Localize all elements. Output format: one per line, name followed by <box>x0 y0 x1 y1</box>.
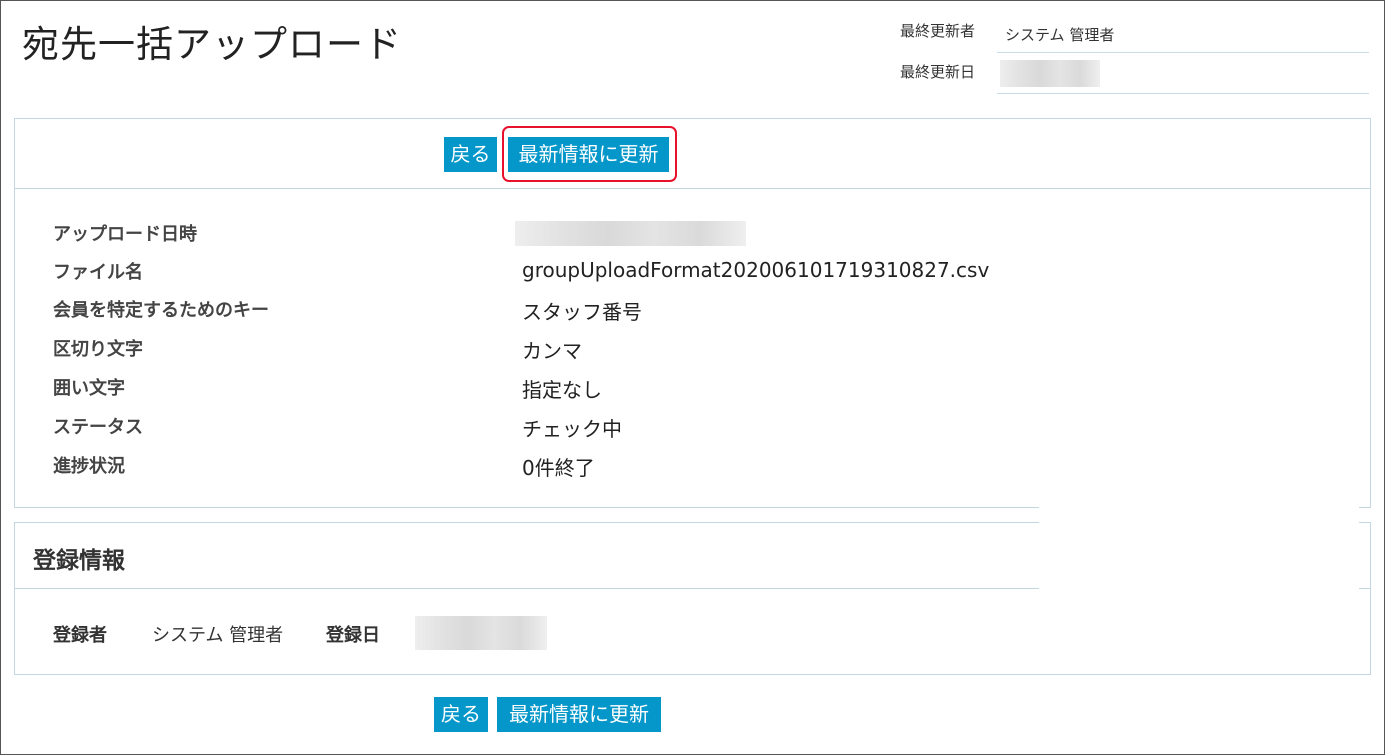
detail-row-status: ステータス チェック中 <box>53 413 1353 443</box>
last-updated-by-row: 最終更新者 システム 管理者 <box>900 20 1369 54</box>
panel-edge-occlusion <box>1039 506 1359 590</box>
detail-label: 囲い文字 <box>53 378 125 399</box>
detail-label: ファイル名 <box>53 262 143 283</box>
detail-value: チェック中 <box>522 417 622 441</box>
last-updated-by-label: 最終更新者 <box>900 22 976 40</box>
refresh-button-highlight <box>502 126 677 182</box>
detail-row-file-name: ファイル名 groupUploadFormat20200610171931082… <box>53 258 1353 288</box>
detail-label: アップロード日時 <box>53 224 197 245</box>
page-title: 宛先一括アップロード <box>22 23 402 66</box>
detail-value: カンマ <box>522 339 582 363</box>
last-updated-date-row: 最終更新日 <box>900 61 1369 95</box>
detail-row-progress: 進捗状況 0件終了 <box>53 452 1353 482</box>
detail-label: 進捗状況 <box>53 456 125 477</box>
registrant-value: システム 管理者 <box>152 625 284 646</box>
registered-date-label: 登録日 <box>326 625 380 646</box>
last-updated-by-value: システム 管理者 <box>997 20 1369 53</box>
redacted-registered-date <box>415 616 547 650</box>
upload-detail-panel: 戻る 最新情報に更新 アップロード日時 ファイル名 groupUploadFor… <box>14 118 1371 508</box>
detail-label: 区切り文字 <box>53 339 143 360</box>
back-button-bottom[interactable]: 戻る <box>434 697 488 732</box>
detail-value: groupUploadFormat20200610171931082​7.csv <box>522 258 990 282</box>
detail-label: ステータス <box>53 417 143 438</box>
detail-value: 0件終了 <box>522 456 595 480</box>
detail-label: 会員を特定するためのキー <box>53 300 269 321</box>
registration-heading: 登録情報 <box>33 548 125 574</box>
detail-row-delimiter: 区切り文字 カンマ <box>53 335 1353 365</box>
detail-value: 指定なし <box>522 378 602 402</box>
detail-row-member-key: 会員を特定するためのキー スタッフ番号 <box>53 296 1353 326</box>
back-button[interactable]: 戻る <box>444 137 497 172</box>
detail-value: スタッフ番号 <box>522 300 642 324</box>
registrant-label: 登録者 <box>53 625 107 646</box>
top-toolbar: 戻る 最新情報に更新 <box>15 119 1370 189</box>
refresh-button-bottom[interactable]: 最新情報に更新 <box>497 697 661 732</box>
redacted-upload-datetime <box>515 221 746 246</box>
last-updated-date-label: 最終更新日 <box>900 63 976 81</box>
detail-row-enclosure: 囲い文字 指定なし <box>53 374 1353 404</box>
redacted-last-updated-date <box>1000 60 1100 87</box>
